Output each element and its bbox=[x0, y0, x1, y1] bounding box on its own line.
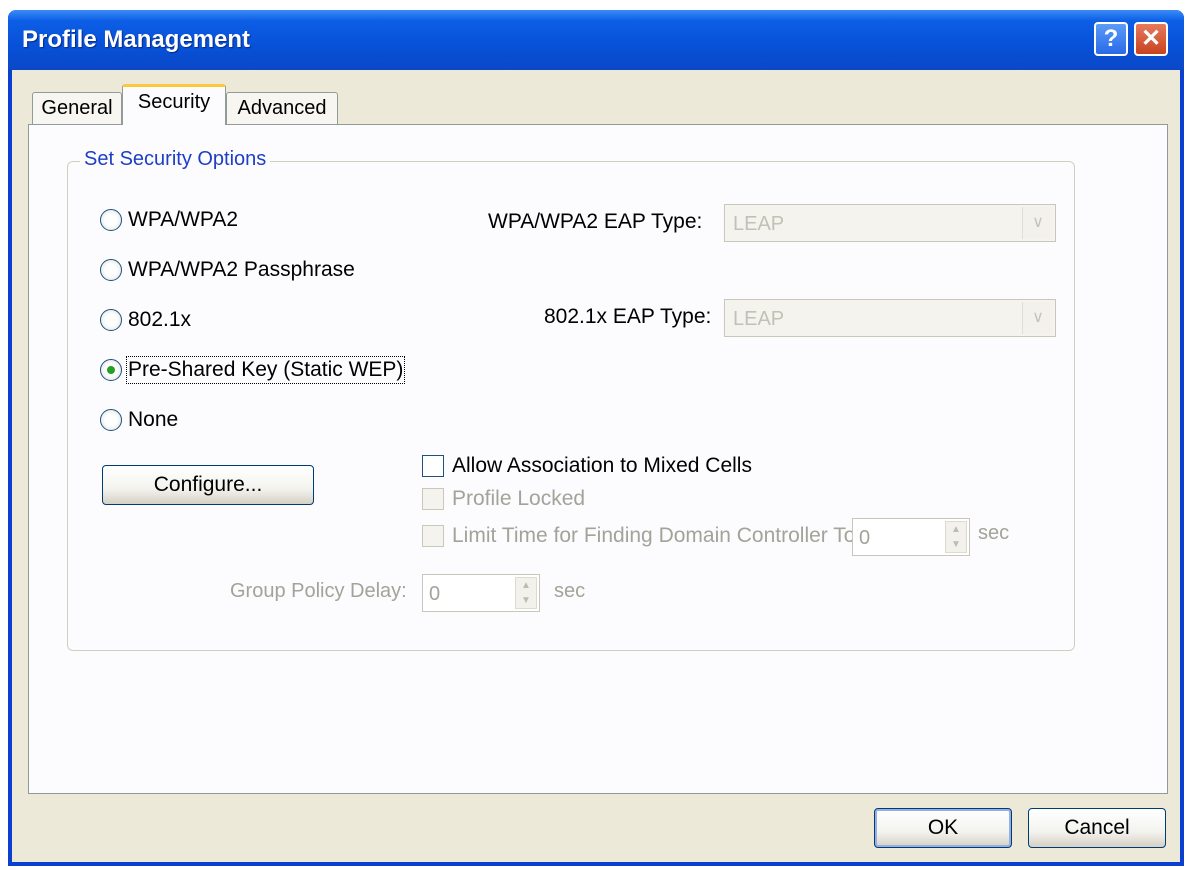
radio-label: WPA/WPA2 Passphrase bbox=[128, 258, 355, 281]
close-button[interactable]: ✕ bbox=[1134, 22, 1168, 56]
radio-wpa-passphrase[interactable]: WPA/WPA2 Passphrase bbox=[100, 258, 355, 282]
radio-label: None bbox=[128, 408, 179, 431]
radio-pre-shared-key[interactable]: Pre-Shared Key (Static WEP) bbox=[100, 356, 406, 384]
dot1x-eap-type-label: 802.1x EAP Type: bbox=[544, 305, 712, 328]
radio-circle[interactable] bbox=[100, 309, 122, 331]
wpa-eap-type-label: WPA/WPA2 EAP Type: bbox=[488, 210, 703, 233]
spinner-value: 0 bbox=[859, 527, 871, 549]
security-options-group: Set Security Options WPA/WPA2 WPA/WPA2 P… bbox=[67, 148, 1075, 651]
profile-locked-checkbox[interactable]: Profile Locked bbox=[422, 487, 585, 511]
tab-general[interactable]: General bbox=[32, 92, 122, 124]
cancel-button[interactable]: Cancel bbox=[1028, 808, 1166, 848]
tab-security[interactable]: Security bbox=[122, 84, 226, 125]
radio-circle-selected[interactable] bbox=[100, 359, 122, 381]
group-policy-delay-unit: sec bbox=[554, 580, 586, 602]
checkbox-label: Profile Locked bbox=[452, 487, 586, 510]
spinner-arrows-icon[interactable]: ▲ ▼ bbox=[515, 577, 537, 609]
spinner-value: 0 bbox=[429, 583, 441, 605]
chevron-down-icon[interactable]: ∨ bbox=[1022, 207, 1053, 239]
spinner-arrows-icon[interactable]: ▲ ▼ bbox=[945, 521, 967, 553]
radio-label: WPA/WPA2 bbox=[128, 208, 239, 231]
title-bar[interactable]: Profile Management ? ✕ bbox=[8, 10, 1184, 70]
combo-value: LEAP bbox=[733, 213, 785, 235]
radio-label: Pre-Shared Key (Static WEP) bbox=[125, 356, 406, 384]
checkbox-label: Limit Time for Finding Domain Controller… bbox=[452, 524, 862, 547]
ok-button[interactable]: OK bbox=[874, 808, 1012, 848]
help-button[interactable]: ? bbox=[1094, 22, 1128, 56]
radio-circle[interactable] bbox=[100, 409, 122, 431]
checkbox-box[interactable] bbox=[422, 488, 444, 510]
window-title: Profile Management bbox=[22, 26, 251, 53]
checkbox-box[interactable] bbox=[422, 455, 444, 477]
dot1x-eap-type-select[interactable]: LEAP ∨ bbox=[724, 299, 1056, 337]
security-tab-panel: Set Security Options WPA/WPA2 WPA/WPA2 P… bbox=[28, 124, 1168, 794]
group-policy-delay-label: Group Policy Delay: bbox=[230, 580, 407, 602]
checkbox-label: Allow Association to Mixed Cells bbox=[452, 454, 752, 477]
group-policy-delay-spinner[interactable]: 0 ▲ ▼ bbox=[422, 574, 540, 612]
radio-802-1x[interactable]: 802.1x bbox=[100, 308, 191, 332]
limit-time-spinner[interactable]: 0 ▲ ▼ bbox=[852, 518, 970, 556]
chevron-down-icon[interactable]: ∨ bbox=[1022, 302, 1053, 334]
configure-button[interactable]: Configure... bbox=[102, 465, 314, 505]
radio-label: 802.1x bbox=[128, 308, 192, 331]
radio-circle[interactable] bbox=[100, 259, 122, 281]
limit-time-unit: sec bbox=[978, 522, 1010, 544]
checkbox-box[interactable] bbox=[422, 525, 444, 547]
group-legend: Set Security Options bbox=[80, 148, 271, 171]
combo-value: LEAP bbox=[733, 308, 785, 330]
limit-time-checkbox[interactable]: Limit Time for Finding Domain Controller… bbox=[422, 524, 861, 548]
dialog-client-area: General Security Advanced Set Security O… bbox=[12, 70, 1180, 862]
radio-none[interactable]: None bbox=[100, 408, 178, 432]
tab-advanced[interactable]: Advanced bbox=[226, 92, 338, 124]
mixed-cells-checkbox[interactable]: Allow Association to Mixed Cells bbox=[422, 454, 752, 478]
radio-circle[interactable] bbox=[100, 209, 122, 231]
profile-management-window: Profile Management ? ✕ General Security … bbox=[8, 10, 1184, 866]
wpa-eap-type-select[interactable]: LEAP ∨ bbox=[724, 204, 1056, 242]
radio-wpa-wpa2[interactable]: WPA/WPA2 bbox=[100, 208, 238, 232]
